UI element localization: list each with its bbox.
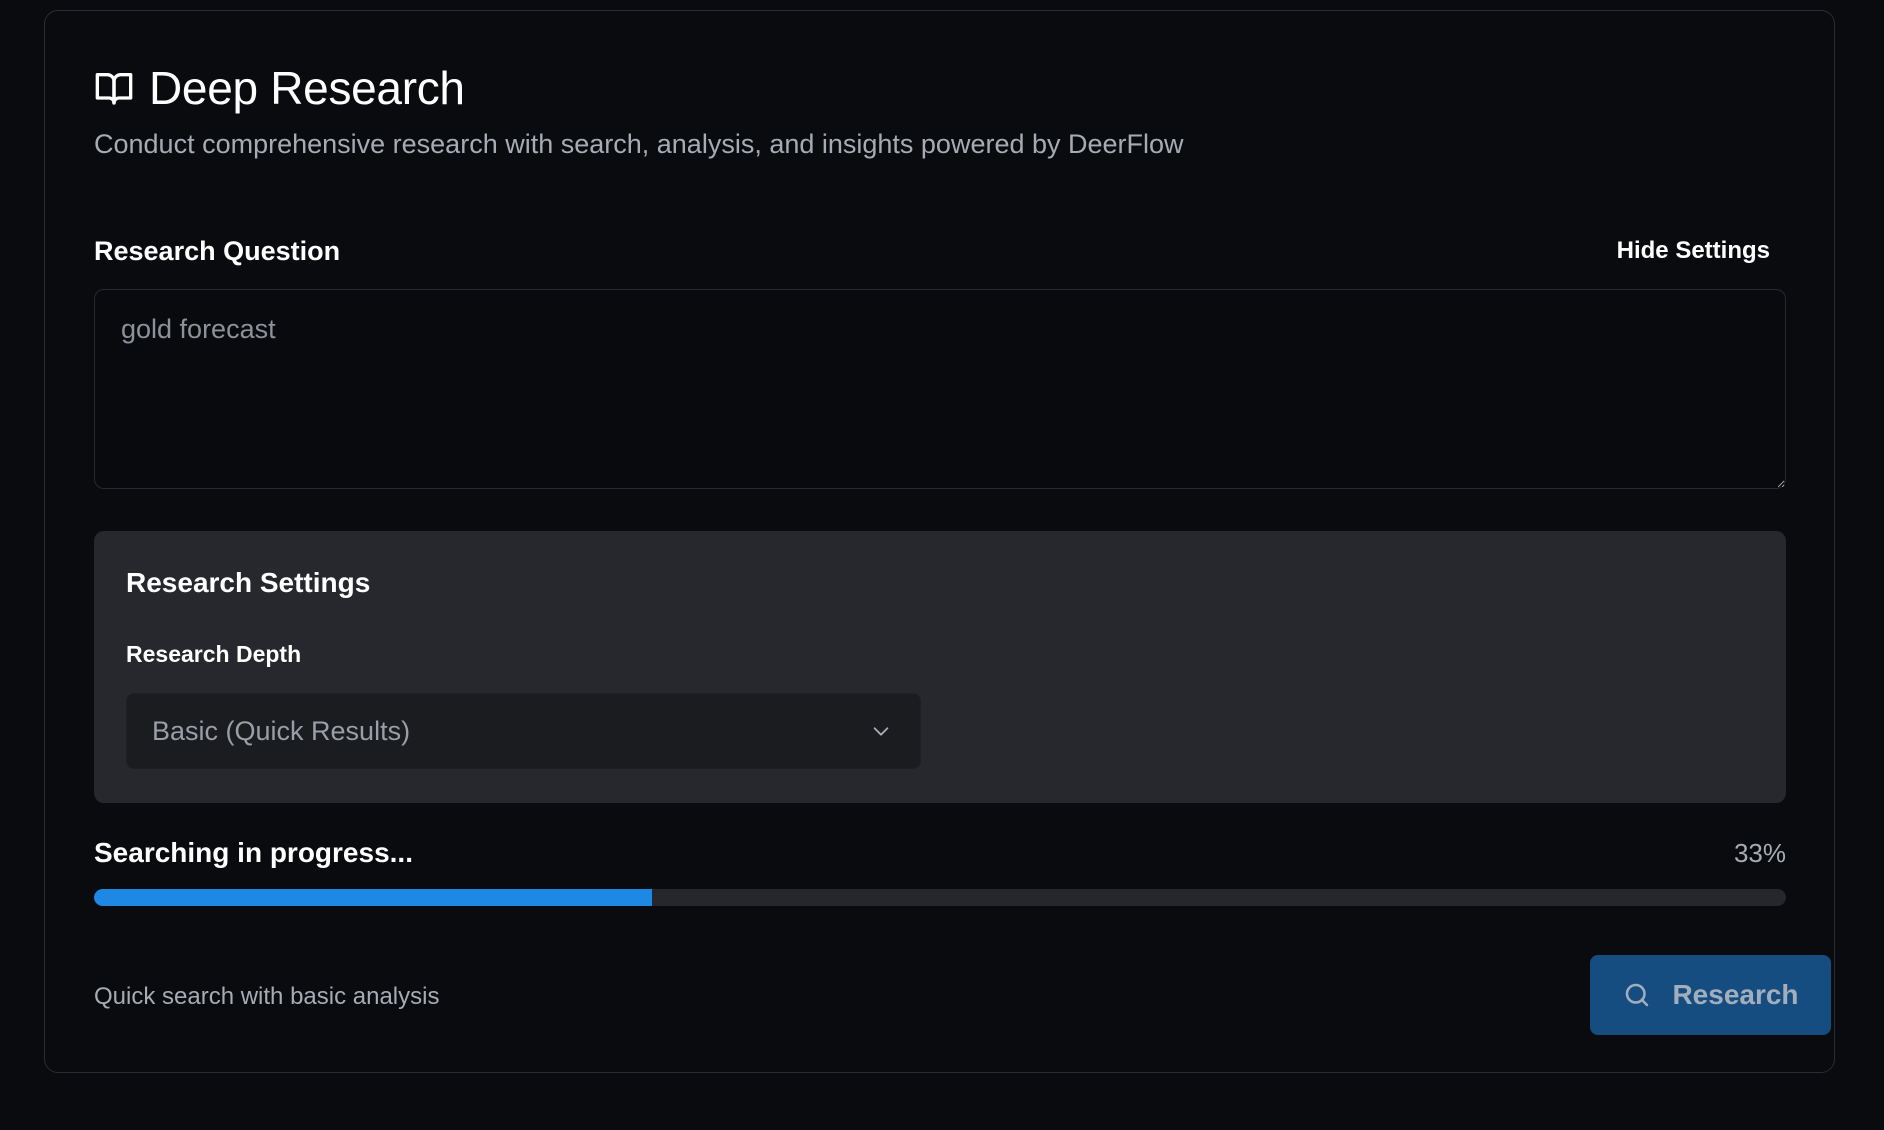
research-settings-panel: Research Settings Research Depth Basic (… [94,531,1786,803]
research-question-input[interactable]: gold forecast [94,289,1786,489]
research-card: Deep Research Conduct comprehensive rese… [44,10,1835,1073]
research-button[interactable]: Research [1590,955,1831,1035]
page-subtitle: Conduct comprehensive research with sear… [94,129,1184,159]
research-settings-title: Research Settings [126,567,371,598]
depth-description: Quick search with basic analysis [94,983,440,1010]
progress-header: Searching in progress... 33% [94,837,1786,869]
progress-status: Searching in progress... [94,837,413,868]
header: Deep Research Conduct comprehensive rese… [94,61,1184,160]
book-open-icon [94,68,134,108]
research-depth-label: Research Depth [126,641,302,667]
progress-fill [94,889,653,906]
hide-settings-button[interactable]: Hide Settings [1602,233,1785,269]
research-button-label: Research [1672,979,1799,1010]
question-header: Research Question Hide Settings [94,233,1785,269]
title-row: Deep Research [94,61,1184,115]
research-depth-select[interactable]: Basic (Quick Results) [126,693,921,769]
search-icon [1622,980,1652,1010]
research-depth-value: Basic (Quick Results) [152,715,411,746]
progress-bar [94,889,1786,906]
progress-percent: 33% [1733,837,1786,868]
page-title: Deep Research [149,62,465,114]
chevron-down-icon [870,720,892,742]
research-question-label: Research Question [94,235,341,266]
